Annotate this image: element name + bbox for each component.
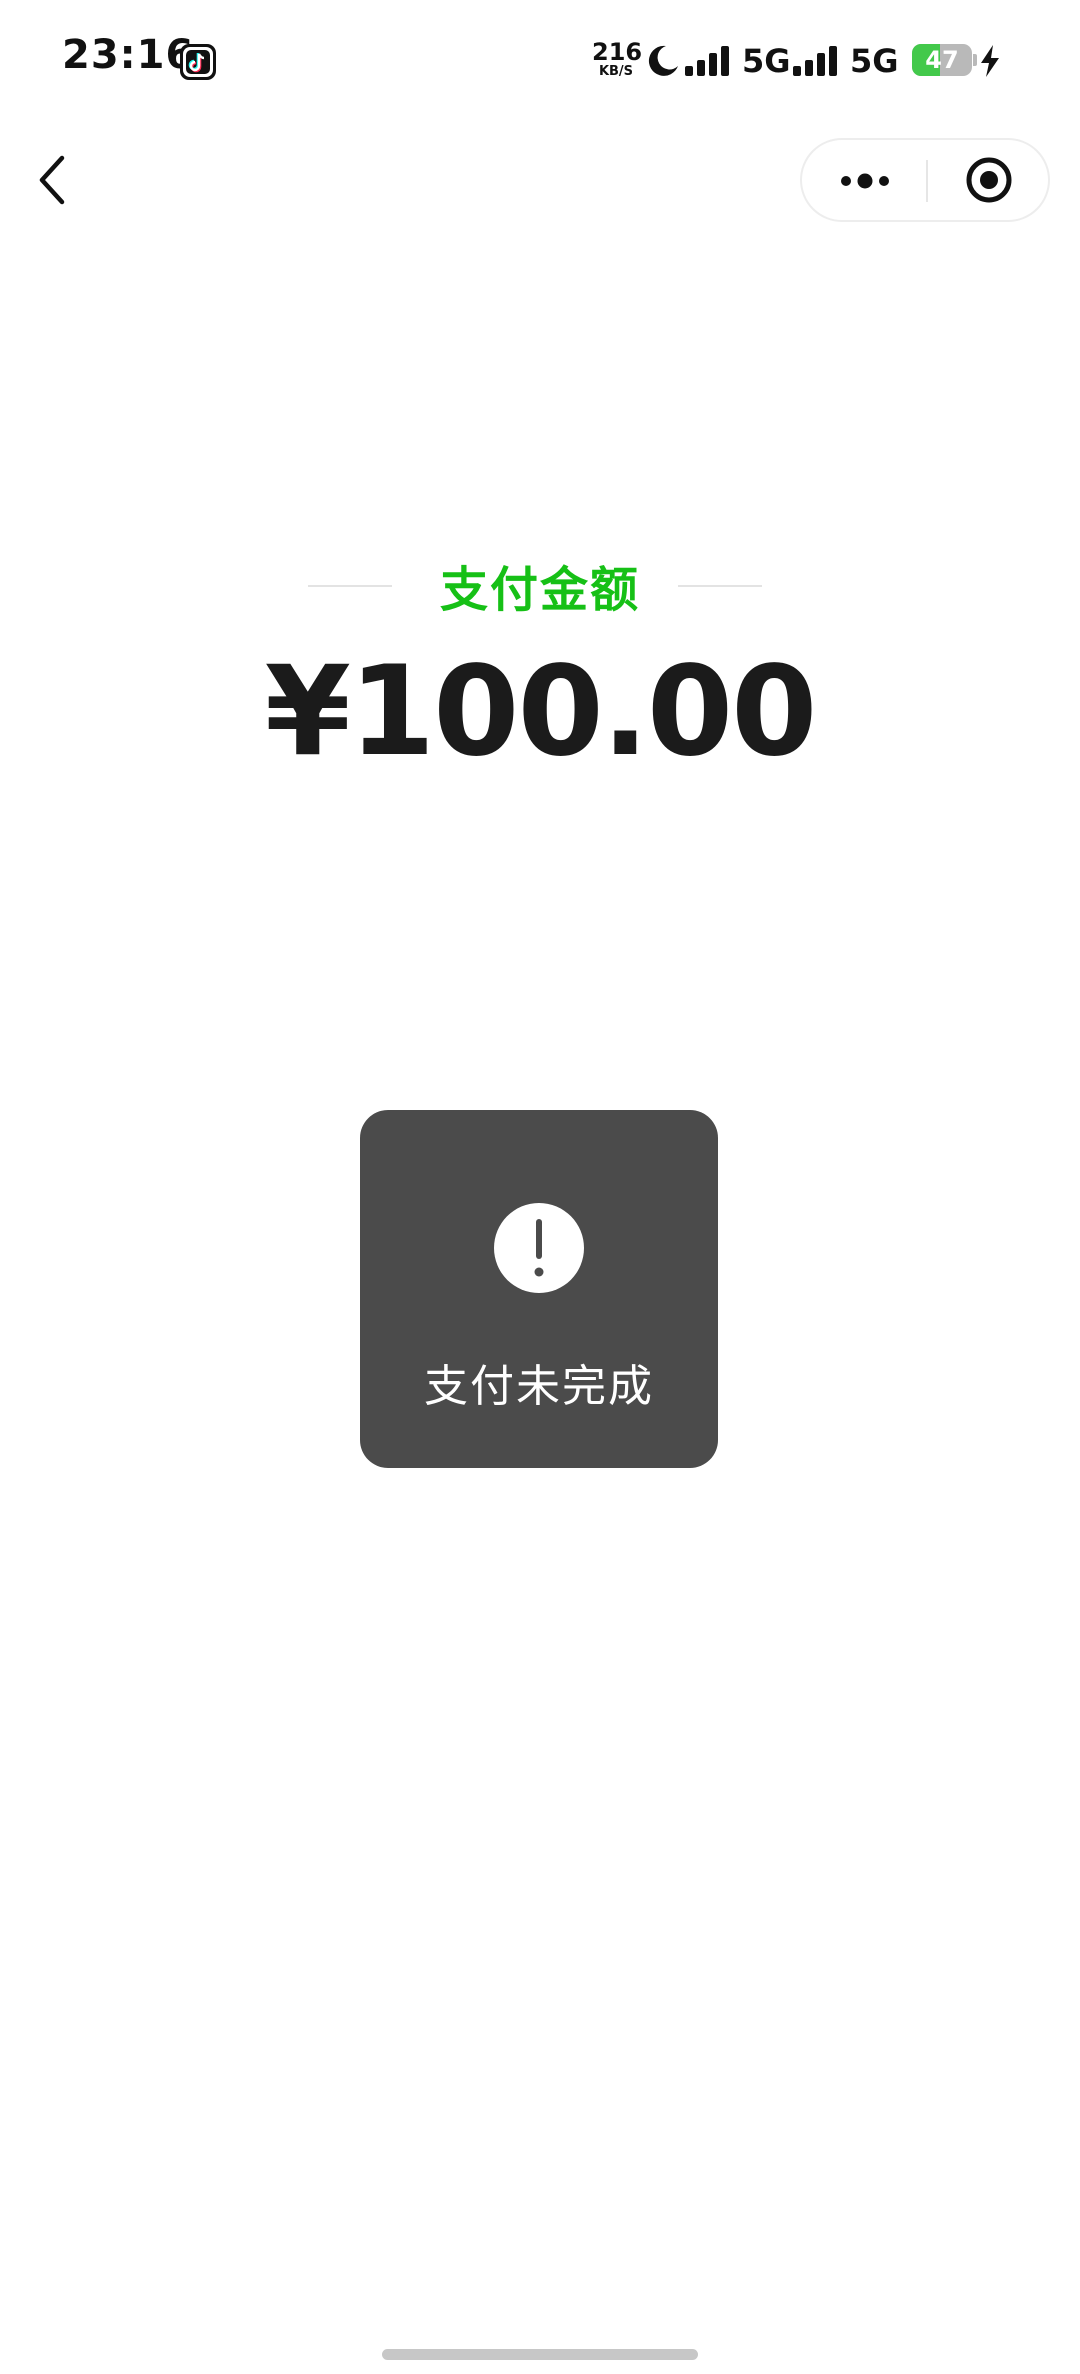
label-divider-right [678,585,762,587]
more-button[interactable] [802,140,926,220]
network-speed-unit: KB/S [598,64,634,79]
battery-tip [973,54,977,66]
battery-icon: 47 [912,44,972,76]
target-close-icon [966,157,1012,203]
back-button[interactable] [30,152,82,208]
amount-label-row: 支付金额 [0,550,1080,620]
network-speed: 216 KB/S [592,38,643,79]
amount-label: 支付金额 [439,562,640,618]
more-dots-icon [841,173,889,189]
battery-level: 47 [925,46,959,74]
bolt-icon [981,45,999,77]
close-button[interactable] [928,140,1050,220]
exclamation-icon [494,1203,584,1293]
signal-bars-icon [793,46,837,76]
network-type-label-1: 5G [742,42,791,80]
payment-toast: 支付未完成 [360,1110,718,1468]
chevron-left-icon [39,155,65,205]
home-indicator[interactable] [382,2349,698,2360]
moon-icon [648,45,678,76]
mini-program-capsule [800,138,1050,222]
network-speed-value: 216 [592,38,643,66]
signal-bars-icon [685,46,729,76]
payment-screen: 23:16 216 KB/S 5G 5G 47 支付金额 ¥100.00 支付未… [0,0,1080,2374]
toast-message: 支付未完成 [424,1361,654,1412]
network-type-label-2: 5G [850,42,899,80]
tiktok-icon [180,44,216,80]
status-bar: 23:16 216 KB/S 5G 5G 47 [0,0,1080,120]
status-time: 23:16 [62,32,195,78]
amount-value: ¥100.00 [264,640,818,784]
